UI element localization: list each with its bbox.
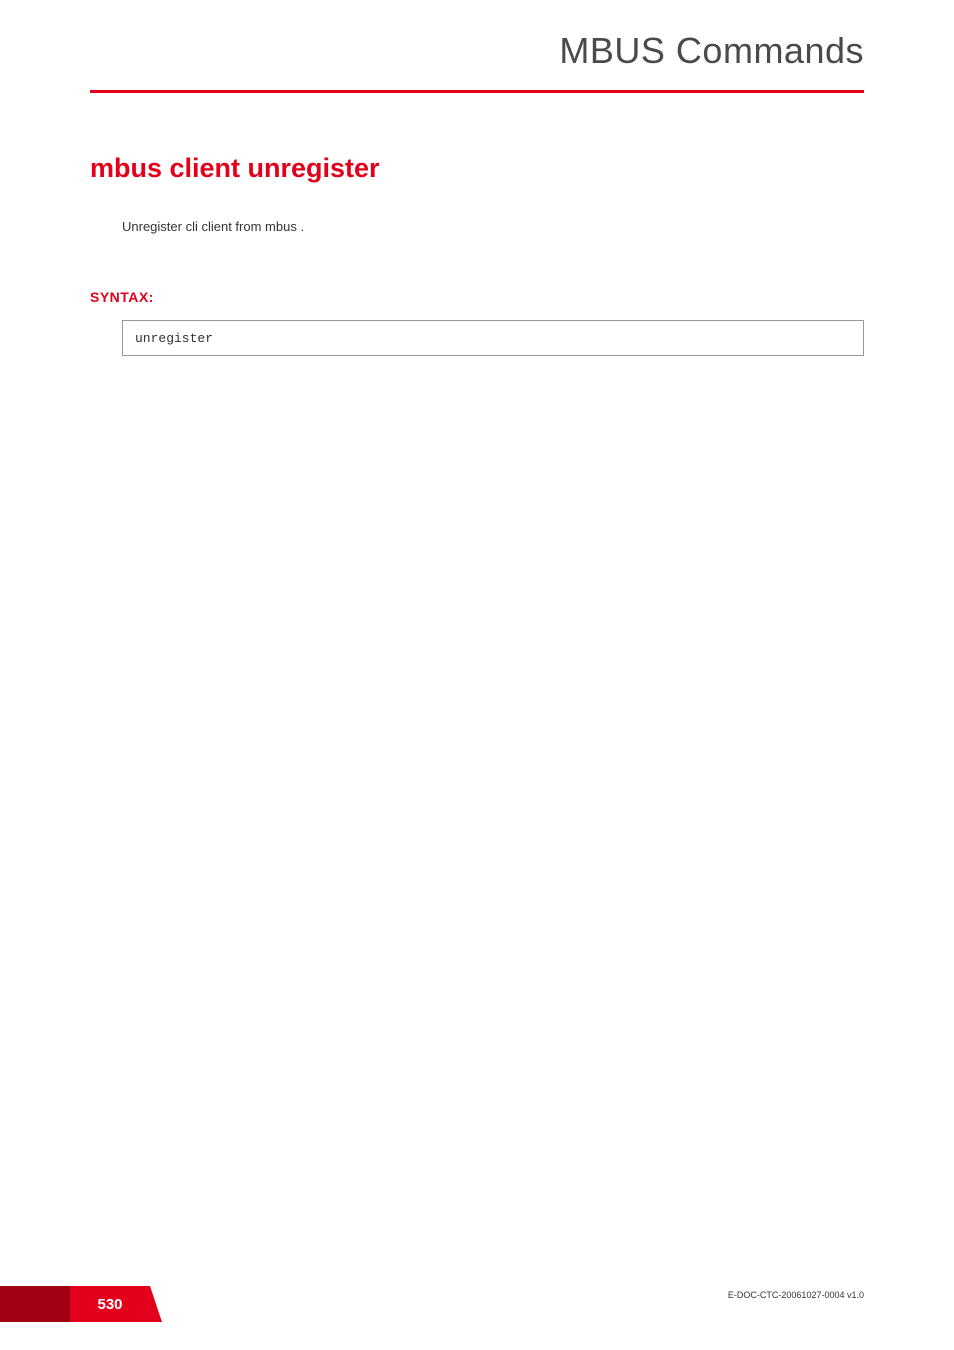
page-content: mbus client unregister Unregister cli cl… (0, 93, 954, 356)
page-number: 530 (97, 1296, 122, 1313)
tab-red-segment: 530 (70, 1286, 150, 1322)
chapter-title: MBUS Commands (90, 30, 864, 90)
page-header: MBUS Commands (0, 0, 954, 93)
syntax-label: SYNTAX: (90, 289, 864, 305)
tab-dark-segment (0, 1286, 70, 1322)
document-id: E-DOC-CTC-20061027-0004 v1.0 (728, 1290, 864, 1300)
command-title: mbus client unregister (90, 153, 864, 184)
command-description: Unregister cli client from mbus . (122, 219, 864, 234)
page-number-tab: 530 (0, 1286, 150, 1322)
syntax-box: unregister (122, 320, 864, 356)
syntax-code: unregister (135, 331, 213, 346)
